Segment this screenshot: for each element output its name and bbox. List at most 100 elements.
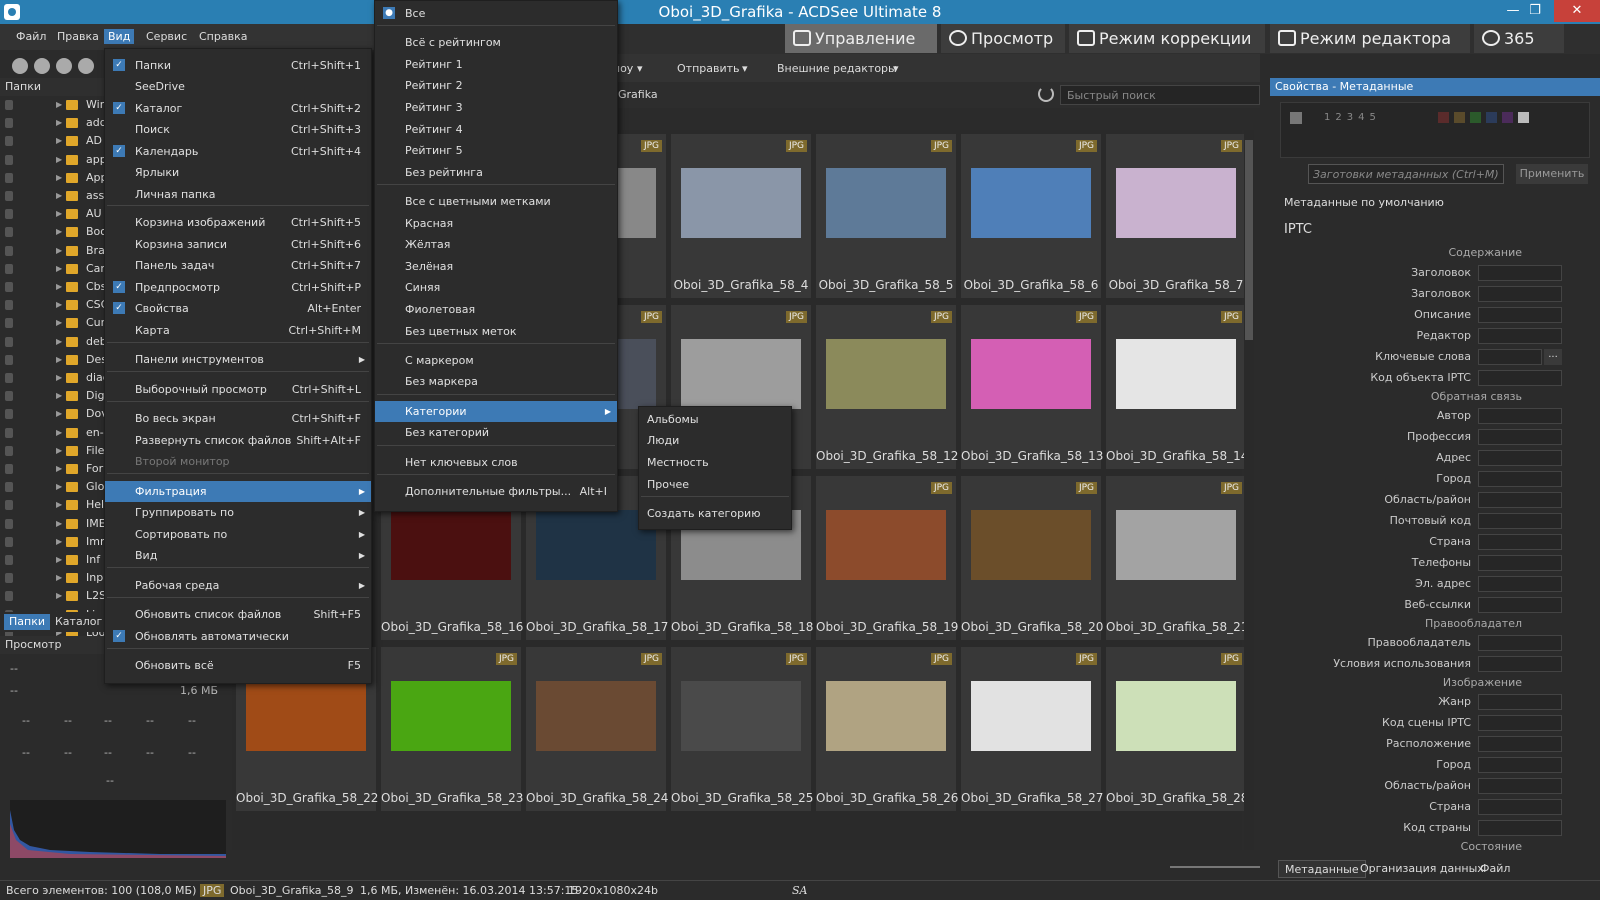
iptc-field-input[interactable]	[1478, 450, 1562, 466]
external-editors-button[interactable]: Внешние редакторы	[777, 62, 897, 75]
mode-view[interactable]: Просмотр	[941, 24, 1065, 53]
view-menu-item[interactable]: ✓ Предпросмотр Ctrl+Shift+P	[105, 277, 371, 298]
filter-menu-item[interactable]: Без цветных меток	[375, 321, 617, 342]
filter-menu-item[interactable]: Всё с рейтингом	[375, 32, 617, 53]
iptc-field-input[interactable]	[1478, 597, 1562, 613]
expand-arrow-icon[interactable]: ▶	[56, 100, 62, 109]
tab-catalog[interactable]: Каталог	[50, 614, 107, 630]
expand-arrow-icon[interactable]: ▶	[56, 500, 62, 509]
expand-arrow-icon[interactable]: ▶	[56, 264, 62, 273]
expand-arrow-icon[interactable]: ▶	[56, 209, 62, 218]
thumbnail[interactable]: JPG Oboi_3D_Grafika_58_14	[1106, 305, 1248, 469]
thumbnail[interactable]: JPG Oboi_3D_Grafika_58_4	[671, 134, 811, 298]
iptc-field-input[interactable]	[1478, 694, 1562, 710]
menu-view[interactable]: Вид	[104, 29, 135, 44]
filter-menu-item[interactable]: Фиолетовая	[375, 299, 617, 320]
close-button[interactable]: ✕	[1554, 0, 1600, 22]
iptc-field-input[interactable]	[1478, 286, 1562, 302]
thumbnail[interactable]: JPG Oboi_3D_Grafika_58_21	[1106, 476, 1248, 640]
view-menu-item[interactable]: Поиск Ctrl+Shift+3	[105, 119, 371, 140]
mode-edit[interactable]: Режим редактора	[1270, 24, 1470, 53]
iptc-field-input[interactable]	[1478, 370, 1562, 386]
thumbnail[interactable]: JPG Oboi_3D_Grafika_58_24	[526, 647, 668, 811]
view-menu-item[interactable]: Рабочая среда ▶	[105, 575, 371, 596]
expand-arrow-icon[interactable]: ▶	[56, 409, 62, 418]
folder-label[interactable]: en-	[86, 426, 104, 439]
category-menu-item[interactable]: Местность	[639, 452, 791, 473]
thumbnail[interactable]: JPG Oboi_3D_Grafika_58_28	[1106, 647, 1248, 811]
tab-organize[interactable]: Организация данных	[1354, 860, 1490, 878]
iptc-field-input[interactable]	[1478, 656, 1562, 672]
expand-arrow-icon[interactable]: ▶	[56, 537, 62, 546]
view-menu-item[interactable]: Корзина изображений Ctrl+Shift+5	[105, 212, 371, 233]
view-menu-item[interactable]: Панель задач Ctrl+Shift+7	[105, 255, 371, 276]
view-menu-item[interactable]: Фильтрация ▶	[105, 481, 371, 502]
mode-develop[interactable]: Режим коррекции	[1069, 24, 1265, 53]
filter-menu-item[interactable]: Красная	[375, 213, 617, 234]
expand-arrow-icon[interactable]: ▶	[56, 464, 62, 473]
view-menu-item[interactable]: Ярлыки	[105, 162, 371, 183]
iptc-field-input[interactable]	[1478, 799, 1562, 815]
expand-arrow-icon[interactable]: ▶	[56, 337, 62, 346]
forward-icon[interactable]	[56, 58, 72, 74]
expand-arrow-icon[interactable]: ▶	[56, 591, 62, 600]
folder-label[interactable]: Hel	[86, 498, 104, 511]
view-menu-item[interactable]: ✓ Обновлять автоматически	[105, 626, 371, 647]
folder-label[interactable]: Bra	[86, 244, 105, 257]
scrollbar-thumb[interactable]	[1245, 140, 1253, 340]
expand-arrow-icon[interactable]: ▶	[56, 573, 62, 582]
expand-arrow-icon[interactable]: ▶	[56, 482, 62, 491]
maximize-button[interactable]: ❐	[1518, 0, 1552, 22]
iptc-field-input[interactable]	[1478, 349, 1542, 365]
filter-menu-item[interactable]: Рейтинг 5	[375, 140, 617, 161]
expand-arrow-icon[interactable]: ▶	[56, 173, 62, 182]
folder-label[interactable]: For	[86, 462, 103, 475]
folder-path[interactable]: Grafika	[618, 88, 658, 101]
view-menu-item[interactable]: Панели инструментов ▶	[105, 349, 371, 370]
folder-label[interactable]: ass	[86, 189, 104, 202]
thumbnail[interactable]: JPG Oboi_3D_Grafika_58_6	[961, 134, 1101, 298]
thumbnail[interactable]: JPG Oboi_3D_Grafika_58_20	[961, 476, 1103, 640]
quick-search-input[interactable]: Быстрый поиск	[1060, 85, 1260, 105]
expand-arrow-icon[interactable]: ▶	[56, 282, 62, 291]
view-menu-item[interactable]: Развернуть список файлов Shift+Alt+F	[105, 430, 371, 451]
filter-menu-item[interactable]: С маркером	[375, 350, 617, 371]
default-metadata-select[interactable]: Метаданные по умолчанию	[1280, 194, 1590, 212]
filter-menu-item[interactable]: Без маркера	[375, 371, 617, 392]
expand-arrow-icon[interactable]: ▶	[56, 300, 62, 309]
iptc-field-input[interactable]	[1478, 471, 1562, 487]
filter-menu-item[interactable]: Синяя	[375, 277, 617, 298]
view-menu-item[interactable]: Сортировать по ▶	[105, 524, 371, 545]
apply-button[interactable]: Применить	[1516, 164, 1588, 184]
filter-menu-item[interactable]: Зелёная	[375, 256, 617, 277]
filter-menu-item[interactable]: Рейтинг 2	[375, 75, 617, 96]
thumbnail[interactable]: JPG Oboi_3D_Grafika_58_26	[816, 647, 958, 811]
thumbnail[interactable]: JPG Oboi_3D_Grafika_58_5	[816, 134, 956, 298]
folder-label[interactable]: Glo	[86, 480, 104, 493]
rating-numbers[interactable]: 12345	[1324, 112, 1381, 123]
view-menu-item[interactable]: Корзина записи Ctrl+Shift+6	[105, 234, 371, 255]
expand-arrow-icon[interactable]: ▶	[56, 118, 62, 127]
category-menu-item[interactable]: Прочее	[639, 474, 791, 495]
iptc-field-input[interactable]	[1478, 492, 1562, 508]
iptc-field-input[interactable]	[1478, 534, 1562, 550]
iptc-field-input[interactable]	[1478, 757, 1562, 773]
folder-label[interactable]: File	[86, 444, 104, 457]
metadata-preset-input[interactable]: Заготовки метаданных (Ctrl+M)	[1308, 164, 1504, 184]
iptc-field-input[interactable]	[1478, 736, 1562, 752]
thumbnail[interactable]: JPG Oboi_3D_Grafika_58_13	[961, 305, 1103, 469]
filter-menu-item[interactable]: Рейтинг 1	[375, 54, 617, 75]
iptc-field-input[interactable]	[1478, 307, 1562, 323]
expand-arrow-icon[interactable]: ▶	[56, 519, 62, 528]
send-button[interactable]: Отправить	[677, 62, 740, 75]
thumbnail[interactable]: JPG Oboi_3D_Grafika_58_25	[671, 647, 813, 811]
iptc-field-input[interactable]	[1478, 635, 1562, 651]
tab-file[interactable]: Файл	[1474, 860, 1516, 878]
expand-arrow-icon[interactable]: ▶	[56, 136, 62, 145]
view-menu-item[interactable]: ✓ Свойства Alt+Enter	[105, 298, 371, 319]
view-menu-item[interactable]: Карта Ctrl+Shift+M	[105, 320, 371, 341]
iptc-field-input[interactable]	[1478, 576, 1562, 592]
tab-folders[interactable]: Папки	[4, 614, 50, 630]
expand-arrow-icon[interactable]: ▶	[56, 355, 62, 364]
filter-menu-item[interactable]: Жёлтая	[375, 234, 617, 255]
